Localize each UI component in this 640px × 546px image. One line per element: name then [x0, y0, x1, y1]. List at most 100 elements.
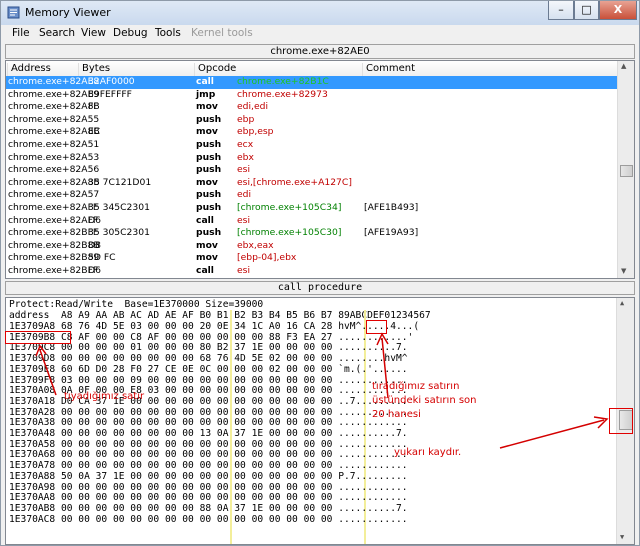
disasm-address: chrome.exe+82AFF [8, 214, 99, 226]
title-bar[interactable]: Memory Viewer – □ X [1, 1, 639, 25]
disasm-row[interactable]: chrome.exe+82A8B FF mov edi,edi [6, 101, 618, 114]
disasm-address: chrome.exe+82A51 [8, 138, 100, 150]
disasm-row[interactable]: chrome.exe+82AFF 35 345C2301 push [chrome.e… [6, 202, 618, 215]
menu-tools[interactable]: Tools [155, 27, 181, 39]
disasm-scrollbar[interactable]: ▲ ▼ [617, 61, 634, 278]
menu-kernel-tools: Kernel tools [191, 27, 253, 39]
disasm-bytes: D6 [88, 214, 101, 226]
highlight-box-scroll [609, 408, 633, 434]
disassembler-view[interactable]: Address Bytes Opcode Comment chrome.exe+… [5, 60, 635, 279]
disasm-address: chrome.exe+82BFF [8, 227, 99, 239]
scroll-down-icon[interactable]: ▼ [621, 267, 626, 275]
disasm-rows: chrome.exe+82AE8 32AF0000 call chrome.exe+8… [6, 76, 618, 278]
disasm-opcode: call [196, 214, 214, 226]
protect-info: Protect:Read/Write Base=1E370000 Size=39… [9, 299, 264, 310]
disasm-row[interactable]: chrome.exe+82B8B D8 mov ebx,eax [6, 240, 618, 253]
disasm-opcode: push [196, 189, 222, 201]
disasm-address: chrome.exe+82A8B [8, 101, 100, 113]
status-line: call procedure [5, 281, 635, 295]
annotation-scroll: yukarı kaydır. [394, 447, 462, 458]
hex-view[interactable]: Protect:Read/Write Base=1E370000 Size=39… [5, 297, 635, 545]
disasm-opcode: mov [196, 101, 218, 113]
disasm-args: ebx,eax [237, 239, 274, 251]
disasm-args: esi [237, 164, 250, 176]
scroll-down-icon[interactable]: ▼ [620, 533, 624, 541]
column-comment[interactable]: Comment [362, 63, 415, 76]
minimize-button[interactable]: – [548, 1, 574, 20]
disasm-args: [ebp-04],ebx [237, 252, 297, 264]
disasm-args: edi,edi [237, 101, 268, 113]
disasm-row[interactable]: chrome.exe+82A8B 35 7C121D01 mov esi,[chrom… [6, 177, 618, 190]
disasm-opcode: mov [196, 126, 218, 138]
column-address[interactable]: Address [7, 63, 51, 76]
disasm-args: esi,[chrome.exe+A127C] [237, 176, 352, 188]
disasm-row[interactable]: chrome.exe+82A56 push esi [6, 164, 618, 177]
column-opcode[interactable]: Opcode [194, 63, 236, 76]
disasm-opcode: mov [196, 252, 218, 264]
disasm-row[interactable]: chrome.exe+82A53 push ebx [6, 152, 618, 165]
menu-debug[interactable]: Debug [113, 27, 148, 39]
scroll-up-icon[interactable]: ▲ [621, 62, 626, 70]
disasm-bytes: 5D FC [88, 252, 116, 264]
window-title: Memory Viewer [25, 6, 111, 19]
disasm-row[interactable]: chrome.exe+82BFF D6 call esi [6, 265, 618, 278]
disasm-row[interactable]: chrome.exe+82BFF 35 305C2301 push [chrome.e… [6, 227, 618, 240]
maximize-button[interactable]: □ [574, 1, 599, 20]
disasm-args: ecx [237, 138, 254, 150]
disasm-scroll-thumb[interactable] [620, 165, 633, 177]
disasm-address-header[interactable]: chrome.exe+82AE0 [5, 44, 635, 59]
menu-view[interactable]: View [81, 27, 106, 39]
menu-file[interactable]: File [12, 27, 30, 39]
disasm-column-headers: Address Bytes Opcode Comment [6, 61, 618, 77]
disasm-bytes: 35 345C2301 [88, 201, 150, 213]
disasm-opcode: push [196, 138, 222, 150]
column-bytes[interactable]: Bytes [78, 63, 110, 76]
hex-row[interactable]: 1E370A88 50 0A 37 1E 00 00 00 00 00 00 0… [9, 471, 408, 483]
hex-row[interactable]: 1E370AC8 00 00 00 00 00 00 00 00 00 00 0… [9, 514, 408, 526]
annotation-line-2: üstündeki satırın son [372, 395, 477, 406]
disasm-address: chrome.exe+82A57 [8, 189, 100, 201]
disasm-args: ebx [237, 151, 254, 163]
disasm-opcode: push [196, 227, 222, 239]
disasm-opcode: call [196, 264, 214, 276]
disasm-bytes: EC [88, 126, 101, 138]
disasm-opcode: push [196, 113, 222, 125]
disasm-address: chrome.exe+82A55 [8, 113, 100, 125]
annotation-selected-row: tıyadığımız satır [64, 391, 145, 402]
disasm-opcode: push [196, 151, 222, 163]
close-button[interactable]: X [599, 1, 637, 20]
disasm-row[interactable]: chrome.exe+82AE9 89FEFFFF jmp chrome.exe+82… [6, 89, 618, 102]
disasm-row[interactable]: chrome.exe+82A57 push edi [6, 189, 618, 202]
disasm-row[interactable]: chrome.exe+82A8B EC mov ebp,esp [6, 126, 618, 139]
disasm-opcode: mov [196, 239, 218, 251]
hex-row[interactable]: 1E3709E8 60 6D D0 28 F0 27 CE 0E 0C 00 0… [9, 364, 408, 376]
hex-row[interactable]: 1E370A48 00 00 00 00 00 00 00 00 13 0A 3… [9, 428, 408, 440]
disasm-address: chrome.exe+82A8B [8, 176, 100, 188]
disasm-address: chrome.exe+82A8B [8, 126, 100, 138]
disasm-row[interactable]: chrome.exe+82A51 push ecx [6, 139, 618, 152]
disasm-args: [chrome.exe+105C34] [237, 201, 342, 213]
disasm-row[interactable]: chrome.exe+82B89 5D FC mov [ebp-04],ebx [6, 252, 618, 265]
disasm-comment: [AFE19A93] [364, 227, 419, 239]
disasm-args: esi [237, 214, 250, 226]
hex-row[interactable]: 1E370AB8 00 00 00 00 00 00 00 00 88 0A 3… [9, 503, 408, 515]
disasm-address: chrome.exe+82A53 [8, 151, 100, 163]
disasm-bytes: D6 [88, 264, 101, 276]
disasm-args: esi [237, 264, 250, 276]
disasm-args: chrome.exe+82973 [237, 88, 328, 100]
scroll-up-icon[interactable]: ▲ [620, 299, 624, 307]
disasm-args: edi [237, 189, 252, 201]
menu-search[interactable]: Search [39, 27, 75, 39]
disasm-row[interactable]: chrome.exe+82AE8 32AF0000 call chrome.exe+8… [6, 76, 618, 89]
disasm-bytes: D8 [88, 239, 101, 251]
annotation-line-1: tıradığımız satırın [372, 381, 460, 392]
menu-bar: File Search View Debug Tools Kernel tool… [1, 25, 639, 43]
disasm-address: chrome.exe+82B8B [8, 239, 100, 251]
disasm-row[interactable]: chrome.exe+82AFF D6 call esi [6, 215, 618, 228]
disasm-comment: [AFE1B493] [364, 201, 419, 213]
annotation-line-3: 20 hanesi [372, 409, 421, 420]
disasm-bytes: 35 305C2301 [88, 227, 150, 239]
disasm-bytes: 32AF0000 [88, 76, 135, 87]
disasm-row[interactable]: chrome.exe+82A55 push ebp [6, 114, 618, 127]
disasm-opcode: push [196, 201, 222, 213]
